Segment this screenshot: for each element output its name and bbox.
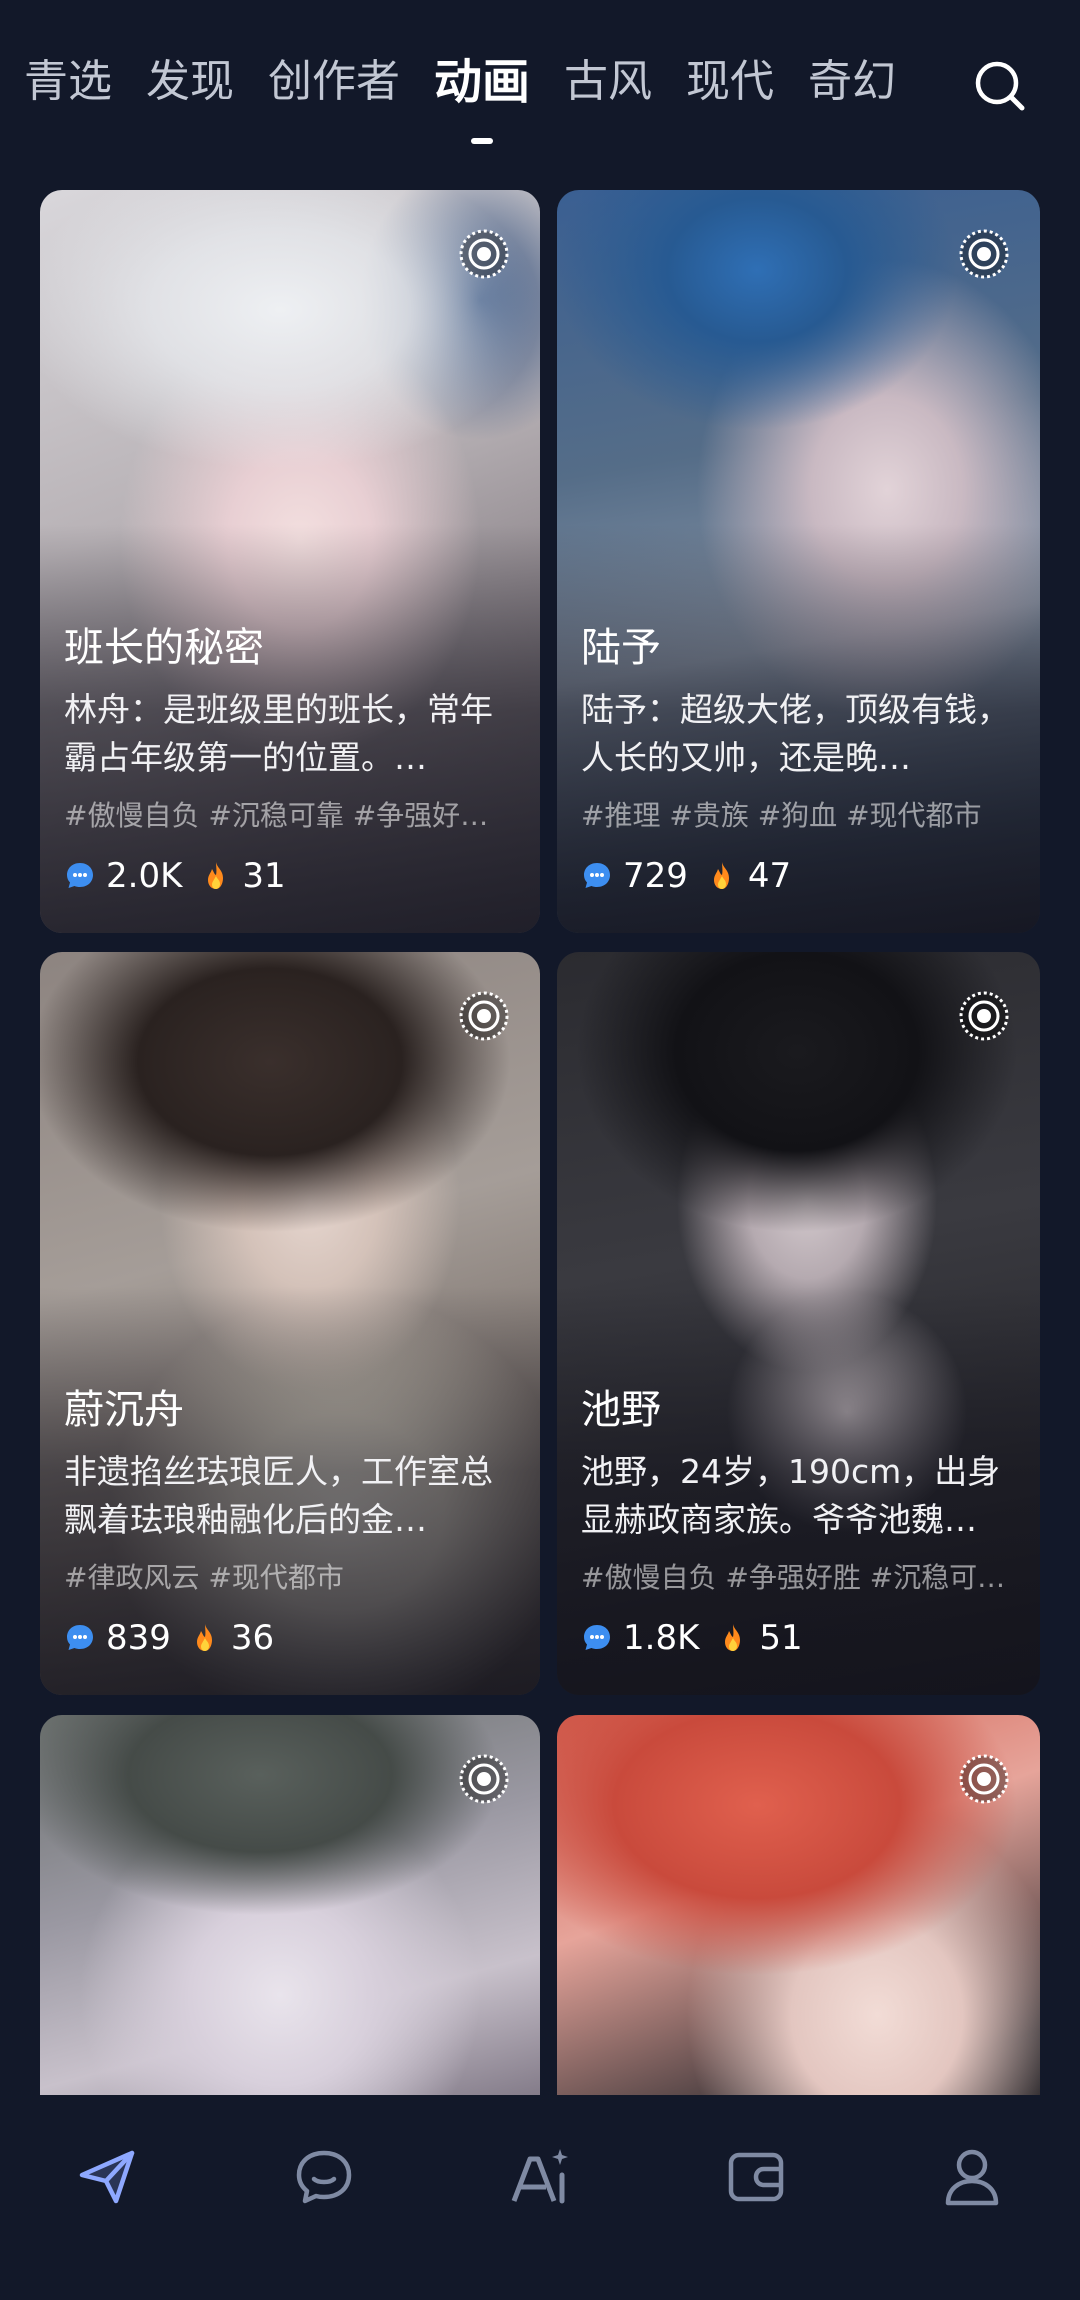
tab-creators[interactable]: 创作者 bbox=[268, 50, 400, 114]
tab-discover[interactable]: 发现 bbox=[146, 50, 234, 114]
card-info: 池野 池野，24岁，190cm，出身显赫政商家族。爷爷池魏… #傲慢自负 #争强… bbox=[581, 1382, 1016, 1660]
hot-count: 51 bbox=[759, 1618, 803, 1658]
live-record-icon[interactable] bbox=[458, 228, 510, 280]
top-bar: 青选 发现 创作者 动画 古风 现代 奇幻 bbox=[0, 0, 1080, 170]
tab-fantasy[interactable]: 奇幻 bbox=[808, 50, 896, 114]
card-info: 陆予 陆予：超级大佬，顶级有钱，人长的又帅，还是晚… #推理 #贵族 #狗血 #… bbox=[581, 620, 1016, 898]
chat-bubble-icon bbox=[584, 1625, 610, 1650]
card-info: 班长的秘密 林舟：是班级里的班长，常年霸占年级第一的位置。… #傲慢自负 #沉稳… bbox=[64, 620, 516, 898]
card-info: 蔚沉舟 非遗掐丝珐琅匠人，工作室总飘着珐琅釉融化后的金… #律政风云 #现代都市… bbox=[64, 1382, 516, 1660]
chat-icon bbox=[296, 2150, 352, 2204]
character-tags: #律政风云 #现代都市 bbox=[64, 1561, 344, 1594]
character-tags: #傲慢自负 #争强好胜 #沉稳可… bbox=[581, 1561, 1006, 1594]
hot-count: 31 bbox=[242, 856, 286, 896]
card-stats: 729 47 bbox=[581, 854, 1016, 898]
character-description: 林舟：是班级里的班长，常年霸占年级第一的位置。… bbox=[64, 690, 493, 777]
bottom-navigation bbox=[0, 2095, 1080, 2300]
character-grid: 班长的秘密 林舟：是班级里的班长，常年霸占年级第一的位置。… #傲慢自负 #沉稳… bbox=[0, 190, 1080, 2095]
character-card[interactable]: 蔚沉舟 非遗掐丝珐琅匠人，工作室总飘着珐琅釉融化后的金… #律政风云 #现代都市… bbox=[40, 952, 540, 1695]
chat-bubble-icon bbox=[67, 863, 93, 888]
card-stats: 839 36 bbox=[64, 1616, 516, 1660]
fire-icon bbox=[196, 1624, 212, 1651]
ai-create-icon bbox=[511, 2149, 568, 2204]
search-button[interactable] bbox=[972, 58, 1028, 114]
nav-wallet[interactable] bbox=[724, 2145, 788, 2209]
nav-messages[interactable] bbox=[292, 2145, 356, 2209]
character-card[interactable] bbox=[557, 1715, 1040, 2095]
character-name: 班长的秘密 bbox=[64, 625, 264, 671]
tab-modern[interactable]: 现代 bbox=[686, 50, 774, 114]
search-icon bbox=[975, 61, 1025, 111]
profile-icon bbox=[945, 2149, 999, 2206]
live-record-icon[interactable] bbox=[458, 990, 510, 1042]
card-stats: 1.8K 51 bbox=[581, 1616, 1016, 1660]
character-tags: #推理 #贵族 #狗血 #现代都市 bbox=[581, 799, 982, 832]
character-card[interactable]: 陆予 陆予：超级大佬，顶级有钱，人长的又帅，还是晚… #推理 #贵族 #狗血 #… bbox=[557, 190, 1040, 933]
app-root: 青选 发现 创作者 动画 古风 现代 奇幻 班长的秘密 林舟：是班级里的班长，常… bbox=[0, 0, 1080, 2300]
character-description: 池野，24岁，190cm，出身显赫政商家族。爷爷池魏… bbox=[581, 1452, 1001, 1539]
character-description: 陆予：超级大佬，顶级有钱，人长的又帅，还是晚… bbox=[581, 690, 1010, 777]
chat-bubble-icon bbox=[67, 1625, 93, 1650]
character-name: 陆予 bbox=[581, 625, 661, 671]
wallet-icon bbox=[728, 2152, 784, 2202]
nav-explore[interactable] bbox=[76, 2145, 140, 2209]
fire-icon bbox=[208, 862, 224, 889]
chat-count: 2.0K bbox=[106, 856, 183, 896]
character-name: 蔚沉舟 bbox=[64, 1387, 184, 1433]
character-card[interactable] bbox=[40, 1715, 540, 2095]
fire-icon bbox=[725, 1624, 741, 1651]
tab-ancient[interactable]: 古风 bbox=[564, 50, 652, 114]
live-record-icon[interactable] bbox=[958, 1753, 1010, 1805]
chat-bubble-icon bbox=[584, 863, 610, 888]
chat-count: 729 bbox=[623, 856, 688, 896]
tab-animation[interactable]: 动画 bbox=[434, 50, 530, 144]
live-record-icon[interactable] bbox=[958, 228, 1010, 280]
character-name: 池野 bbox=[581, 1387, 661, 1433]
character-description: 非遗掐丝珐琅匠人，工作室总飘着珐琅釉融化后的金… bbox=[64, 1452, 493, 1539]
fire-icon bbox=[713, 862, 729, 889]
tab-featured[interactable]: 青选 bbox=[24, 50, 112, 114]
chat-count: 839 bbox=[106, 1618, 171, 1658]
nav-create[interactable] bbox=[508, 2145, 572, 2209]
hot-count: 36 bbox=[230, 1618, 275, 1658]
character-tags: #傲慢自负 #沉稳可靠 #争强好胜… bbox=[64, 799, 516, 832]
category-tabs: 青选 发现 创作者 动画 古风 现代 奇幻 bbox=[24, 50, 930, 144]
character-card[interactable]: 池野 池野，24岁，190cm，出身显赫政商家族。爷爷池魏… #傲慢自负 #争强… bbox=[557, 952, 1040, 1695]
paper-plane-icon bbox=[79, 2150, 135, 2204]
nav-profile[interactable] bbox=[940, 2145, 1004, 2209]
chat-count: 1.8K bbox=[623, 1618, 700, 1658]
character-card[interactable]: 班长的秘密 林舟：是班级里的班长，常年霸占年级第一的位置。… #傲慢自负 #沉稳… bbox=[40, 190, 540, 933]
card-stats: 2.0K 31 bbox=[64, 854, 516, 898]
live-record-icon[interactable] bbox=[458, 1753, 510, 1805]
hot-count: 47 bbox=[747, 856, 792, 896]
live-record-icon[interactable] bbox=[958, 990, 1010, 1042]
